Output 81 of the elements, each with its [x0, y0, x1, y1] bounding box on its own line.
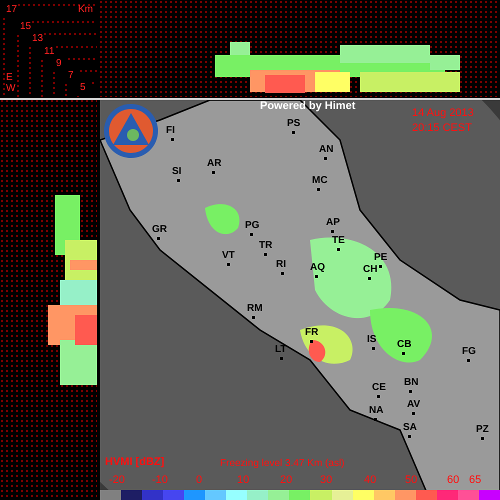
- axis-letter: W: [6, 83, 16, 95]
- scale-label: 0: [196, 474, 202, 486]
- height-label: 9: [56, 58, 62, 70]
- height-label: 11: [44, 46, 54, 58]
- city-marker-icon: [408, 435, 411, 438]
- city-label: RM: [247, 303, 263, 315]
- city-marker-icon: [368, 277, 371, 280]
- city-marker-icon: [481, 437, 484, 440]
- city-label: AV: [407, 399, 420, 411]
- city-label: CE: [372, 382, 386, 394]
- city-label: VT: [222, 250, 235, 262]
- height-label: 7: [68, 70, 74, 82]
- height-label: 15: [20, 21, 32, 33]
- city-label: BN: [404, 377, 418, 389]
- city-label: PE: [374, 252, 388, 264]
- height-label: 17: [6, 4, 18, 16]
- city-label: SA: [403, 422, 417, 434]
- axis-letter: E: [6, 72, 13, 84]
- city-marker-icon: [324, 157, 327, 160]
- city-marker-icon: [250, 233, 253, 236]
- city-marker-icon: [264, 253, 267, 256]
- civil-protection-logo-icon: [103, 103, 159, 159]
- city-label: RI: [276, 259, 286, 271]
- city-label: PG: [245, 220, 260, 232]
- city-marker-icon: [412, 412, 415, 415]
- scale-label: 20: [280, 474, 292, 486]
- city-label: SI: [172, 166, 182, 178]
- height-label: 5: [80, 82, 86, 94]
- city-marker-icon: [252, 316, 255, 319]
- scale-label: 65: [469, 474, 482, 486]
- city-marker-icon: [315, 275, 318, 278]
- city-marker-icon: [212, 171, 215, 174]
- city-label: MC: [312, 175, 328, 187]
- city-marker-icon: [292, 131, 295, 134]
- city-label: AN: [319, 144, 334, 156]
- time-text: 20:15 CEST: [412, 122, 472, 134]
- city-label: TR: [259, 240, 272, 252]
- scale-label: -20: [109, 474, 125, 486]
- freezing-level-text: Freezing level 3.47 Km (asl): [220, 458, 344, 469]
- city-label: AQ: [310, 262, 325, 274]
- city-label: IS: [367, 334, 376, 346]
- scale-label: 40: [364, 474, 376, 486]
- unit-label: Km: [78, 4, 93, 16]
- city-marker-icon: [467, 359, 470, 362]
- city-marker-icon: [409, 390, 412, 393]
- city-marker-icon: [372, 347, 375, 350]
- city-label: TE: [332, 235, 345, 247]
- city-label: FI: [166, 125, 175, 137]
- city-marker-icon: [157, 237, 160, 240]
- city-marker-icon: [280, 357, 283, 360]
- city-label: CB: [397, 339, 412, 351]
- credit-text: Powered by Himet: [260, 100, 356, 112]
- scale-label: 60: [447, 474, 460, 486]
- city-label: GR: [152, 224, 167, 236]
- city-marker-icon: [337, 248, 340, 251]
- city-marker-icon: [227, 263, 230, 266]
- city-label: FR: [305, 327, 318, 339]
- height-label: 13: [32, 33, 44, 45]
- city-label: NA: [369, 405, 384, 417]
- city-marker-icon: [374, 418, 377, 421]
- scale-label: -10: [152, 474, 168, 486]
- city-marker-icon: [177, 179, 180, 182]
- date-text: 14 Aug 2013: [412, 107, 474, 119]
- city-marker-icon: [281, 272, 284, 275]
- city-marker-icon: [331, 230, 334, 233]
- city-marker-icon: [171, 138, 174, 141]
- city-marker-icon: [379, 265, 382, 268]
- scale-label: 50: [405, 474, 418, 486]
- city-label: AP: [326, 217, 340, 229]
- city-marker-icon: [377, 395, 380, 398]
- legend-title: HVMI [dBZ]: [105, 456, 164, 468]
- city-label: PS: [287, 118, 300, 130]
- city-marker-icon: [317, 188, 320, 191]
- scale-label: 10: [237, 474, 250, 486]
- city-marker-icon: [402, 352, 405, 355]
- city-label: AR: [207, 158, 222, 170]
- city-label: PZ: [476, 424, 489, 436]
- scale-label: 30: [320, 474, 332, 486]
- city-marker-icon: [310, 340, 313, 343]
- city-label: FG: [462, 346, 476, 358]
- city-label: CH: [363, 264, 378, 276]
